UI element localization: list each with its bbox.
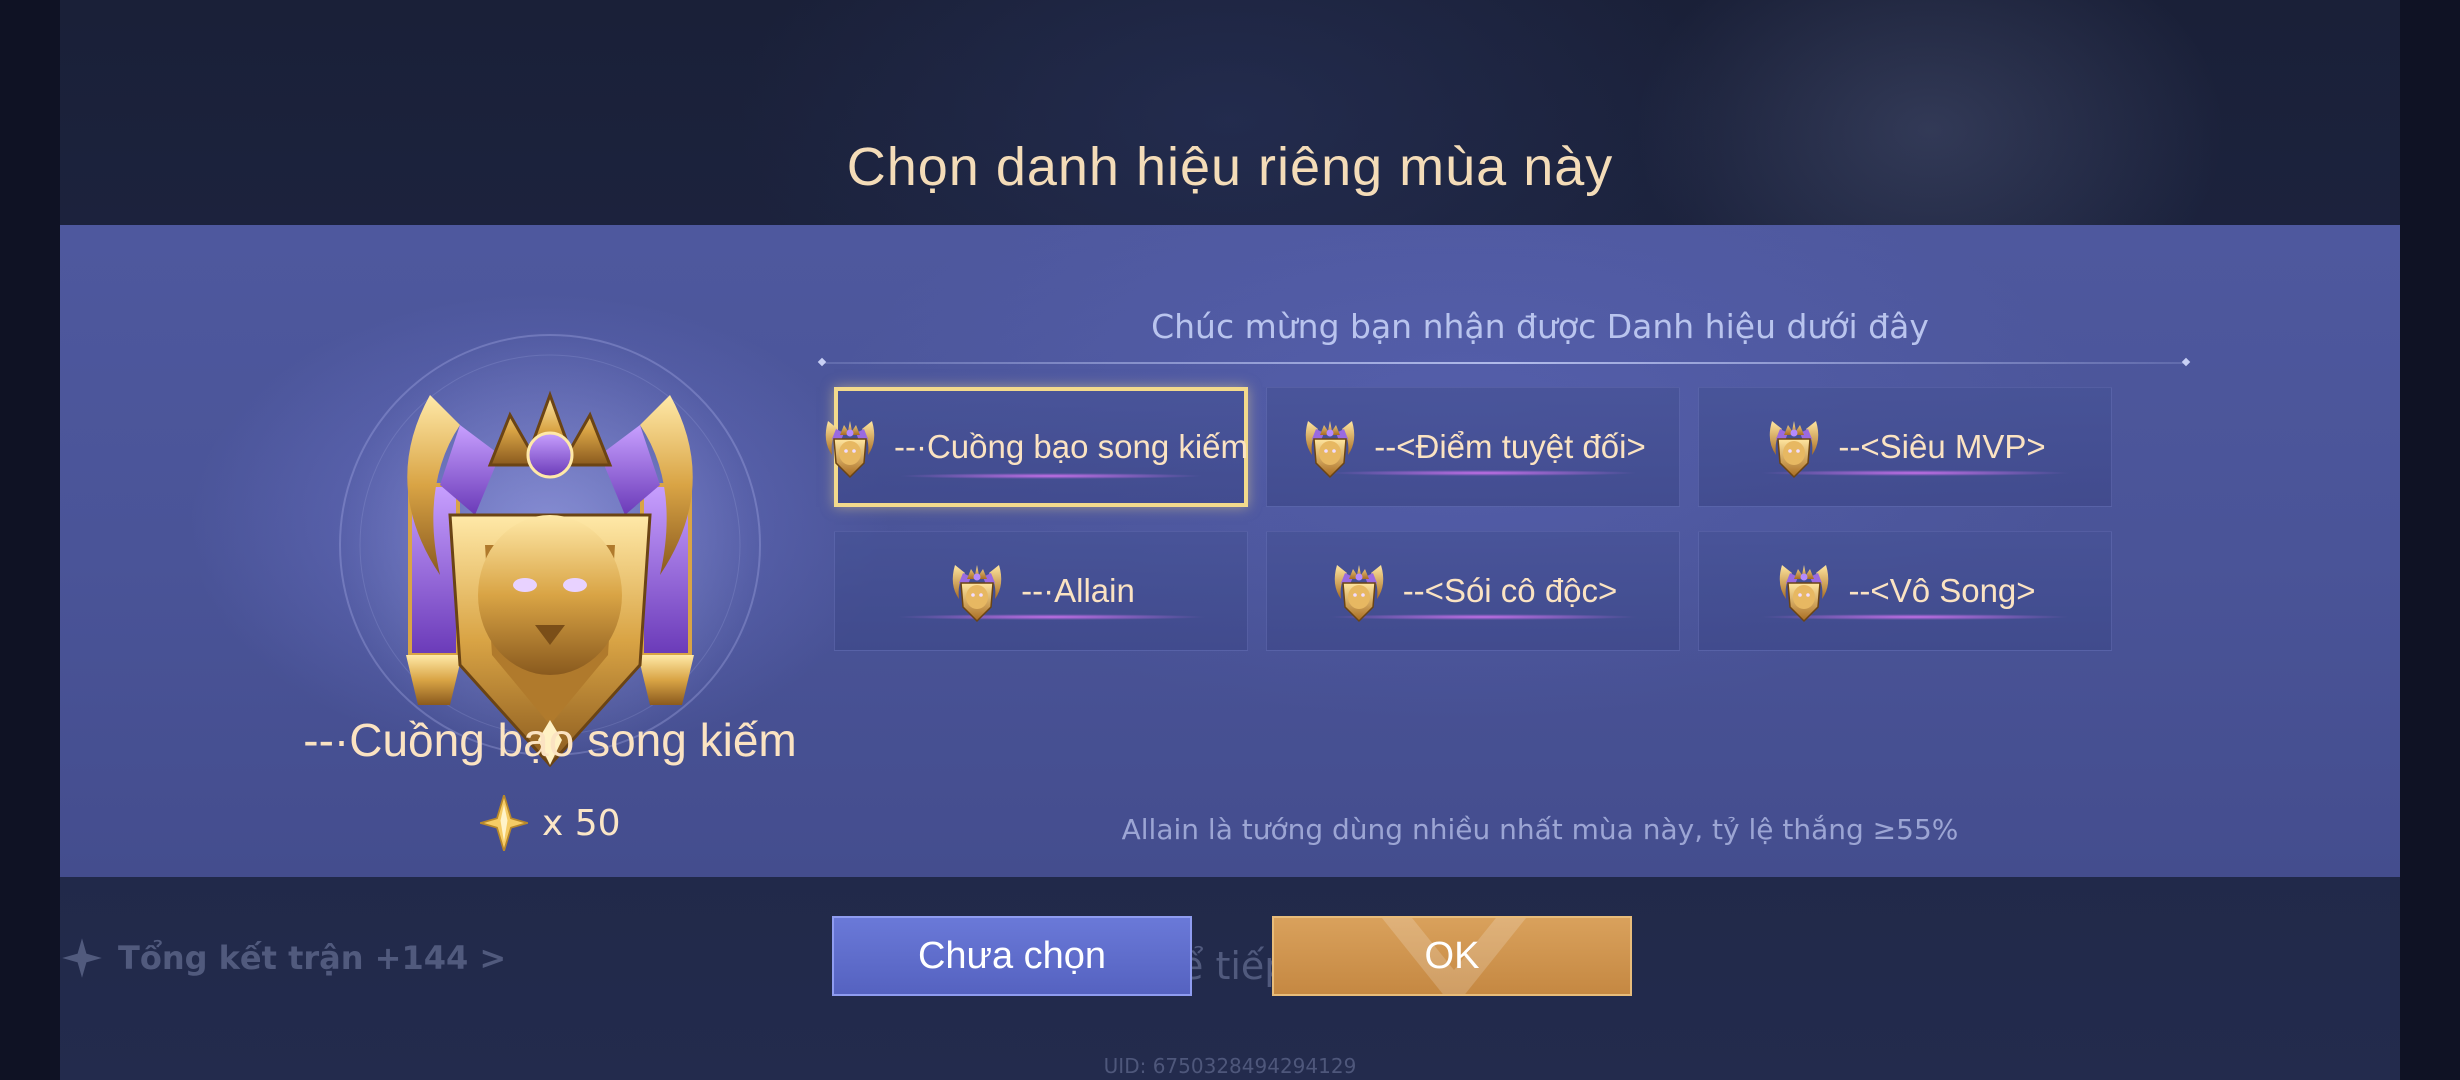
title-option-label: --<Sói cô độc>	[1402, 572, 1618, 609]
star-crystal-icon	[480, 795, 528, 851]
reward-count: x 50	[542, 802, 621, 844]
title-option-label: --·Cuồng bạo song kiếm	[894, 428, 1249, 465]
lion-badge-icon	[952, 564, 1003, 622]
title-option-label: --<Siêu MVP>	[1838, 428, 2046, 465]
lion-badge-icon	[1305, 420, 1356, 478]
title-option-6[interactable]: --<Vô Song>	[1698, 531, 2112, 651]
page-title: Chọn danh hiệu riêng mùa này	[846, 137, 1614, 197]
match-summary-link: Tổng kết trận +144 >	[60, 936, 506, 980]
title-selection-panel: --·Cuồng bạo song kiếm x 50 Chúc mừng bạ…	[60, 225, 2400, 877]
lion-badge-icon	[825, 420, 875, 478]
star-icon	[62, 938, 102, 978]
title-option-1[interactable]: --·Cuồng bạo song kiếm	[825, 387, 1249, 507]
title-option-label: --<Điểm tuyệt đối>	[1374, 428, 1646, 465]
lion-badge-icon	[1333, 564, 1384, 622]
uid-label: UID: 6750328494294129	[1103, 1054, 1357, 1078]
title-option-3[interactable]: --<Siêu MVP>	[1698, 387, 2112, 507]
not-selected-button[interactable]: Chưa chọn	[832, 916, 1192, 996]
lion-badge-icon	[1769, 420, 1820, 478]
lion-badge-icon	[1779, 564, 1830, 622]
not-selected-label: Chưa chọn	[917, 934, 1107, 977]
ok-button[interactable]: OK	[1272, 916, 1632, 996]
reward: x 50	[480, 795, 621, 851]
match-summary-text: Tổng kết trận +144 >	[118, 939, 507, 977]
selection-note: Allain là tướng dùng nhiều nhất mùa này,…	[1121, 813, 1959, 846]
title-option-label: --·Allain	[1021, 572, 1135, 609]
title-option-2[interactable]: --<Điểm tuyệt đối>	[1266, 387, 1680, 507]
title-option-5[interactable]: --<Sói cô độc>	[1266, 531, 1680, 651]
title-option-4[interactable]: --·Allain	[834, 531, 1248, 651]
ok-label: OK	[1424, 934, 1480, 977]
selected-title-name: --·Cuồng bạo song kiếm	[303, 714, 797, 766]
title-option-label: --<Vô Song>	[1848, 572, 2036, 609]
congrats-text: Chúc mừng bạn nhận được Danh hiệu dưới đ…	[1151, 307, 1929, 346]
divider	[822, 362, 2186, 364]
